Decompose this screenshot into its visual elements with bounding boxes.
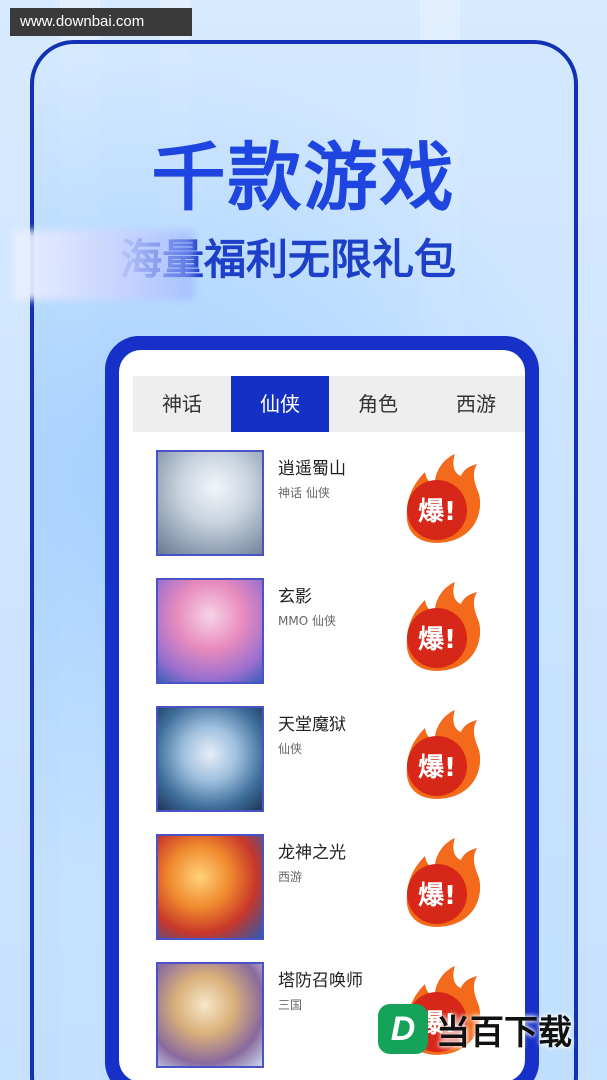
game-thumbnail[interactable] (156, 578, 264, 684)
hot-badge-text: 爆! (418, 625, 456, 655)
game-thumbnail[interactable] (156, 706, 264, 812)
tab-xiyou[interactable]: 西游 (427, 376, 525, 432)
game-name: 逍遥蜀山 (278, 459, 346, 479)
brand-name: 当百下载 (436, 1012, 572, 1053)
game-tags: 神话 仙侠 (278, 486, 330, 500)
game-thumbnail[interactable] (156, 962, 264, 1068)
game-thumbnail[interactable] (156, 834, 264, 940)
brand-logo-icon: D (378, 1004, 428, 1054)
brand-watermark: D 当百下载 (378, 995, 600, 1063)
game-name: 天堂魔狱 (278, 715, 346, 735)
game-name: 玄影 (278, 587, 312, 607)
game-name: 龙神之光 (278, 843, 346, 863)
watermark-url: www.downbai.com (10, 8, 192, 36)
phone-mockup: 神话 仙侠 角色 西游 逍遥蜀山 神话 仙侠 爆! 玄影 MMO 仙侠 爆! 天… (105, 336, 539, 1080)
list-item[interactable]: 天堂魔狱 仙侠 爆! (119, 706, 525, 834)
hot-badge-text: 爆! (418, 881, 456, 911)
game-tags: 仙侠 (278, 742, 303, 756)
list-item[interactable]: 玄影 MMO 仙侠 爆! (119, 578, 525, 706)
hot-badge-icon: 爆! (406, 582, 481, 671)
hot-badge-icon: 爆! (406, 838, 481, 927)
list-item[interactable]: 逍遥蜀山 神话 仙侠 爆! (119, 450, 525, 578)
hot-badge-text: 爆! (418, 753, 456, 783)
game-list: 逍遥蜀山 神话 仙侠 爆! 玄影 MMO 仙侠 爆! 天堂魔狱 仙侠 爆! 龙神… (119, 450, 525, 1080)
game-tags: 三国 (278, 998, 303, 1012)
game-tags: 西游 (278, 870, 303, 884)
category-tabs: 神话 仙侠 角色 西游 (133, 376, 525, 432)
blur-overlay (14, 230, 194, 300)
hot-badge-text: 爆! (418, 497, 456, 527)
tab-xianxia[interactable]: 仙侠 (231, 376, 329, 432)
hero-title: 千款游戏 (151, 135, 456, 221)
game-name: 塔防召唤师 (278, 971, 363, 991)
hot-badge-icon: 爆! (406, 454, 481, 543)
list-item[interactable]: 龙神之光 西游 爆! (119, 834, 525, 962)
hot-badge-icon: 爆! (406, 710, 481, 799)
phone-screen: 神话 仙侠 角色 西游 逍遥蜀山 神话 仙侠 爆! 玄影 MMO 仙侠 爆! 天… (119, 350, 525, 1080)
tab-juese[interactable]: 角色 (329, 376, 427, 432)
game-tags: MMO 仙侠 (278, 614, 336, 628)
game-thumbnail[interactable] (156, 450, 264, 556)
tab-shenhua[interactable]: 神话 (133, 376, 231, 432)
